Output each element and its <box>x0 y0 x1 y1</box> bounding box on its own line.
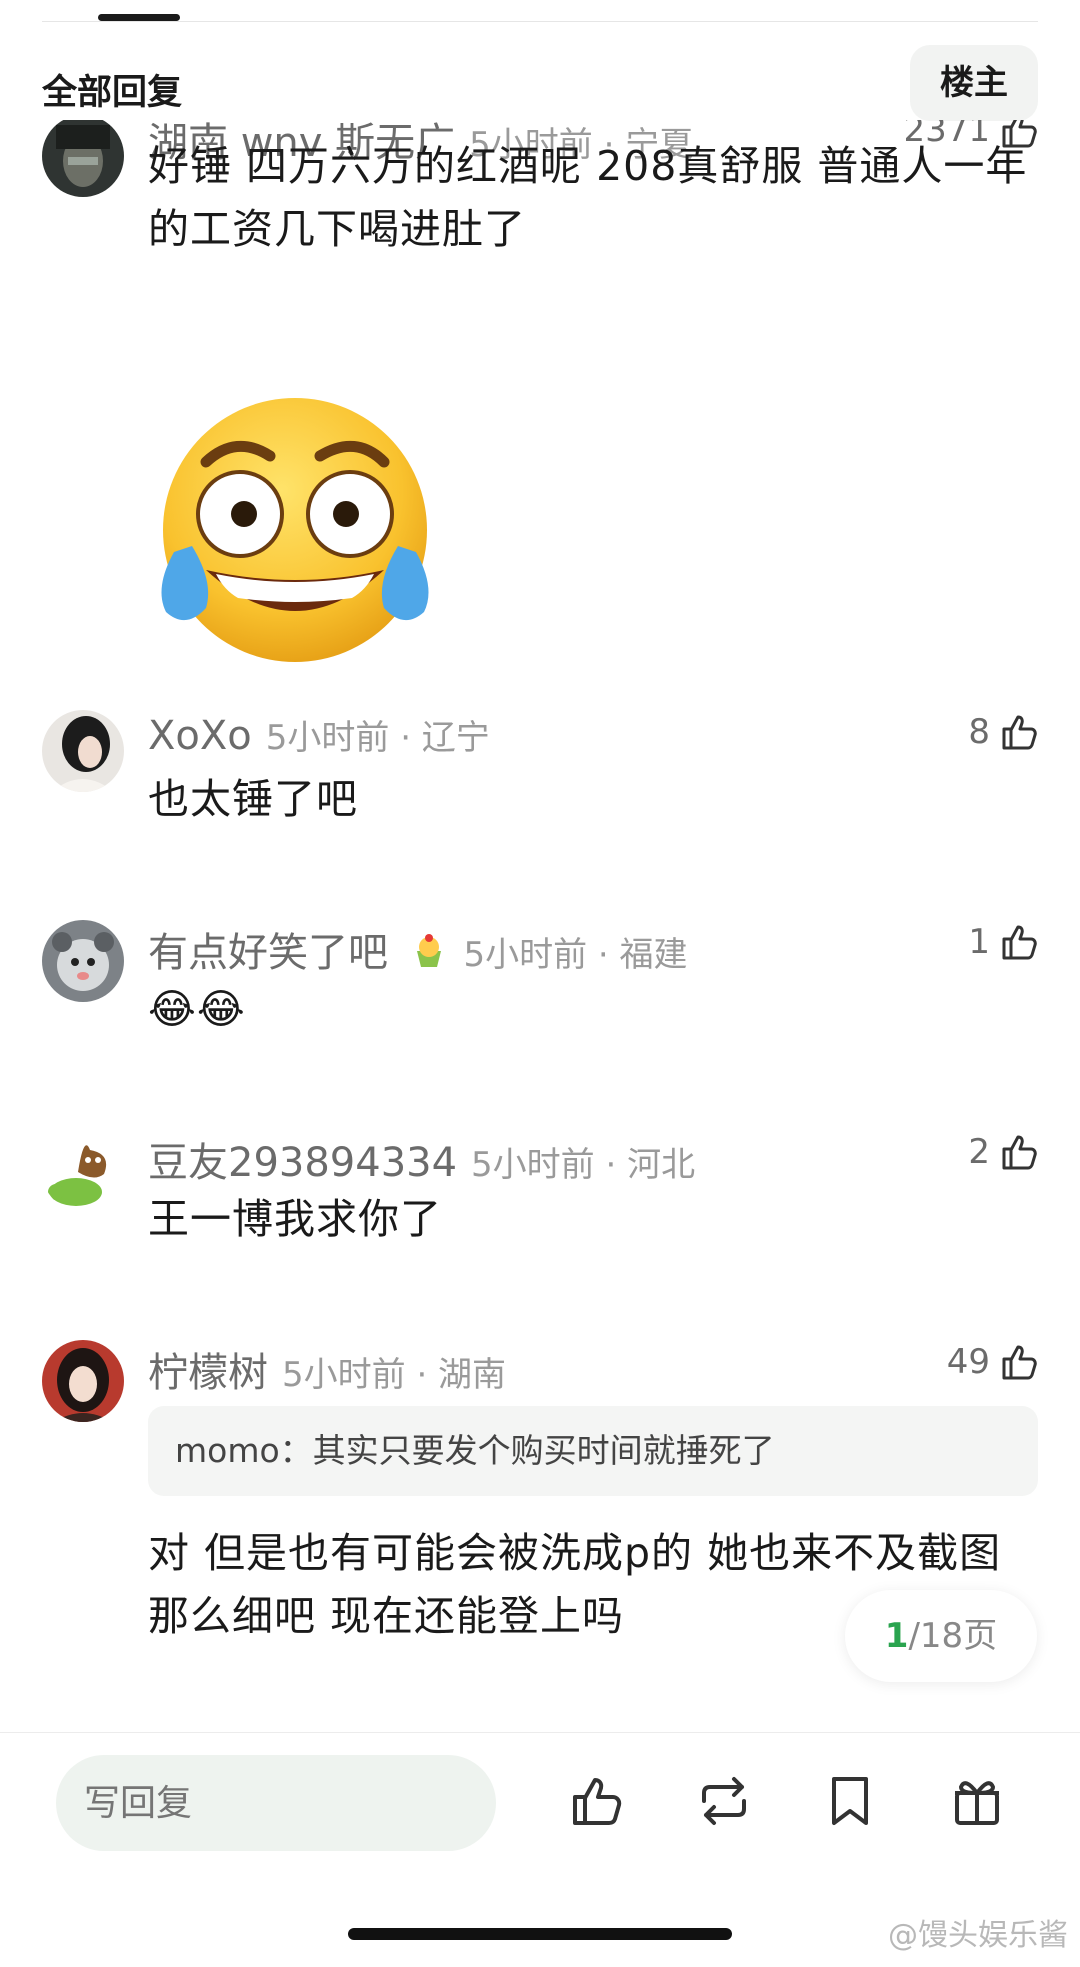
drag-indicator[interactable] <box>98 14 180 21</box>
username[interactable]: 柠檬树 <box>148 1350 268 1396</box>
comment-item: 豆友293894334 5小时前 · 河北 2 王一博我求你了 <box>0 1130 1080 1290</box>
avatar[interactable] <box>42 920 124 1002</box>
comment-item: XoXo 5小时前 · 辽宁 8 也太锤了吧 <box>0 710 1080 870</box>
watermark: @馒头娱乐酱 <box>888 1918 1068 1953</box>
page-title: 全部回复 <box>42 73 183 113</box>
like-button[interactable]: 8 <box>968 712 1040 752</box>
comment-text: 😂😂 <box>148 985 246 1033</box>
username[interactable]: 有点好笑了吧 <box>148 930 388 976</box>
avatar[interactable] <box>42 710 124 792</box>
cupcake-icon <box>417 934 442 967</box>
bookmark-icon[interactable] <box>820 1771 880 1831</box>
thumbs-up-icon <box>1002 1135 1037 1170</box>
like-button[interactable]: 1 <box>968 922 1040 962</box>
comment-meta: XoXo 5小时前 · 辽宁 <box>148 710 490 759</box>
comment-meta: 有点好笑了吧 5小时前 · 福建 <box>148 920 688 978</box>
comment-item: 有点好笑了吧 5小时前 · 福建 1 😂😂 <box>0 920 1080 1080</box>
total-pages: /18页 <box>908 1616 998 1656</box>
thumbs-up-icon <box>1002 925 1037 960</box>
gift-icon[interactable] <box>947 1771 1007 1831</box>
comment-list: 湖南 wnv 斯无广 5小时前 · 宁夏 2371 好锤 四万六万的红酒呢 208… <box>0 120 1080 1730</box>
quoted-reply[interactable]: momo：其实只要发个购买时间就捶死了 <box>148 1406 1038 1496</box>
op-only-button[interactable]: 楼主 <box>910 45 1038 121</box>
username[interactable]: XoXo <box>148 713 252 759</box>
thumbs-up-icon[interactable] <box>567 1771 627 1831</box>
current-page: 1 <box>884 1616 909 1656</box>
avatar[interactable] <box>42 120 124 197</box>
timestamp-location: 5小时前 · 河北 <box>471 1145 696 1185</box>
avatar[interactable] <box>42 1340 124 1422</box>
comment-meta: 豆友293894334 5小时前 · 河北 <box>148 1130 695 1188</box>
comment-text: 也太锤了吧 <box>148 775 358 823</box>
like-count: 2 <box>968 1132 990 1172</box>
bottom-bar <box>0 1732 1080 1873</box>
like-count: 49 <box>946 1342 990 1382</box>
like-count: 1 <box>968 922 990 962</box>
avatar[interactable] <box>42 1130 124 1212</box>
timestamp-location: 5小时前 · 福建 <box>463 935 688 975</box>
timestamp-location: 5小时前 · 湖南 <box>282 1355 507 1395</box>
comment-item: 湖南 wnv 斯无广 5小时前 · 宁夏 2371 好锤 四万六万的红酒呢 208… <box>0 120 1080 662</box>
comment-text: 王一博我求你了 <box>148 1195 442 1243</box>
like-button[interactable]: 2 <box>968 1132 1040 1172</box>
like-button[interactable]: 49 <box>947 1342 1040 1382</box>
reply-input[interactable] <box>56 1755 496 1851</box>
header: 全部回复 楼主 <box>0 40 1080 130</box>
thumbs-up-icon <box>1002 1345 1037 1380</box>
repost-icon[interactable] <box>694 1771 754 1831</box>
top-divider <box>42 21 1038 22</box>
crying-laughing-sticker <box>152 390 438 670</box>
comment-meta: 柠檬树 5小时前 · 湖南 <box>148 1340 506 1398</box>
thumbs-up-icon <box>1002 715 1037 750</box>
comment-text: 好锤 四万六万的红酒呢 208真舒服 普通人一年的工资几下喝进肚了 <box>148 142 1028 253</box>
home-indicator[interactable] <box>348 1928 732 1940</box>
page-indicator[interactable]: 1/18页 <box>845 1590 1037 1682</box>
like-count: 8 <box>968 712 990 752</box>
timestamp-location: 5小时前 · 辽宁 <box>265 718 490 758</box>
username[interactable]: 豆友293894334 <box>148 1140 457 1186</box>
